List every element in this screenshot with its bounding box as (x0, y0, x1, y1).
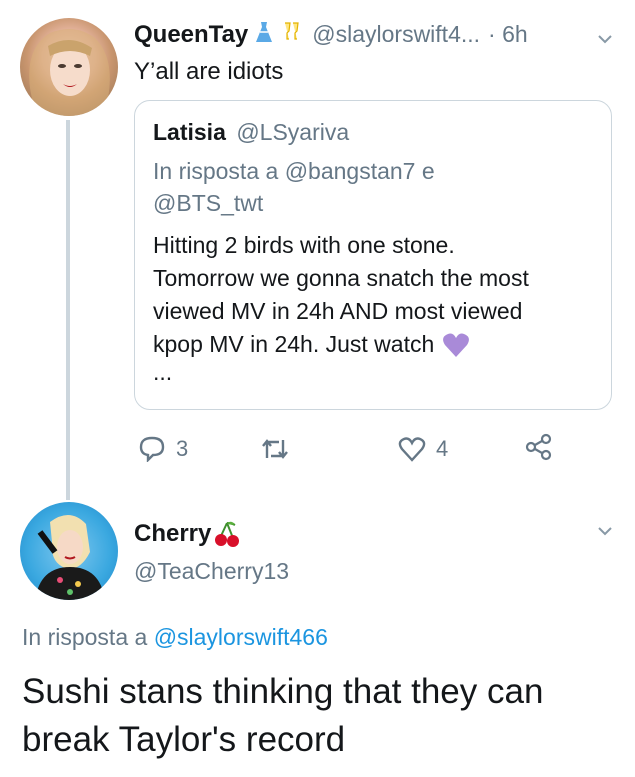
quoted-display-name: Latisia (153, 119, 226, 145)
quoted-text-line: viewed MV in 24h AND most viewed (153, 298, 523, 324)
champagne-emoji (280, 20, 304, 49)
reply-prefix: In risposta a (22, 624, 148, 650)
reply-to-bangstan7: @bangstan7 (284, 158, 416, 184)
retweet-button[interactable] (260, 436, 300, 462)
chevron-down-icon[interactable] (598, 524, 612, 538)
tweet1-header: QueenTay @slaylorswift4... · 6h (134, 20, 528, 49)
avatar-cherry[interactable] (20, 502, 118, 600)
share-button[interactable] (524, 432, 554, 462)
thread-line (66, 120, 70, 500)
reply-to-bts-twt: @BTS_twt (153, 190, 264, 216)
reply-join: e (421, 158, 435, 184)
quoted-handle: @LSyariva (236, 119, 350, 145)
handle[interactable]: @slaylorswift4... (312, 21, 480, 48)
retweet-icon (262, 439, 288, 459)
quoted-text: Hitting 2 birds with one stone. Tomorrow… (153, 229, 529, 385)
tweet-text: Y’all are idiots (134, 58, 284, 85)
reply-to-link[interactable]: @slaylorswift466 (154, 624, 328, 650)
handle[interactable]: @TeaCherry13 (134, 558, 289, 585)
quoted-reply-context: In risposta a @bangstan7 e @BTS_twt (153, 155, 593, 219)
reply-prefix: In risposta a (153, 158, 279, 184)
heart-icon (398, 437, 426, 462)
tweet-text-line: Sushi stans thinking that they can (22, 672, 544, 711)
display-name[interactable]: QueenTay (134, 21, 248, 49)
reply-button[interactable]: 3 (138, 436, 188, 462)
timestamp[interactable]: · 6h (488, 21, 528, 48)
quoted-text-line: Tomorrow we gonna snatch the most (153, 265, 529, 291)
purple-heart-emoji (442, 332, 470, 358)
avatar-queentay[interactable] (20, 18, 118, 116)
tweet2-name-row: Cherry (134, 520, 241, 548)
quoted-text-line: kpop MV in 24h. Just watch (153, 331, 435, 357)
like-button[interactable]: 4 (398, 436, 448, 462)
tweet-text: Sushi stans thinking that they can break… (22, 668, 543, 764)
like-count: 4 (436, 436, 449, 461)
tweet-text-line: break Taylor's record (22, 720, 346, 759)
reply-context: In risposta a @slaylorswift466 (22, 624, 328, 651)
quoted-tweet-card[interactable]: Latisia @LSyariva In risposta a @bangsta… (134, 100, 612, 410)
quoted-more-indicator: ... (153, 359, 173, 385)
display-name[interactable]: Cherry (134, 520, 211, 548)
reply-count: 3 (176, 436, 189, 461)
chevron-down-icon[interactable] (598, 32, 612, 46)
reply-icon (139, 436, 165, 462)
share-icon (525, 433, 552, 461)
quoted-text-line: Hitting 2 birds with one stone. (153, 232, 455, 258)
cherries-emoji (213, 520, 241, 548)
dress-emoji (252, 20, 276, 49)
